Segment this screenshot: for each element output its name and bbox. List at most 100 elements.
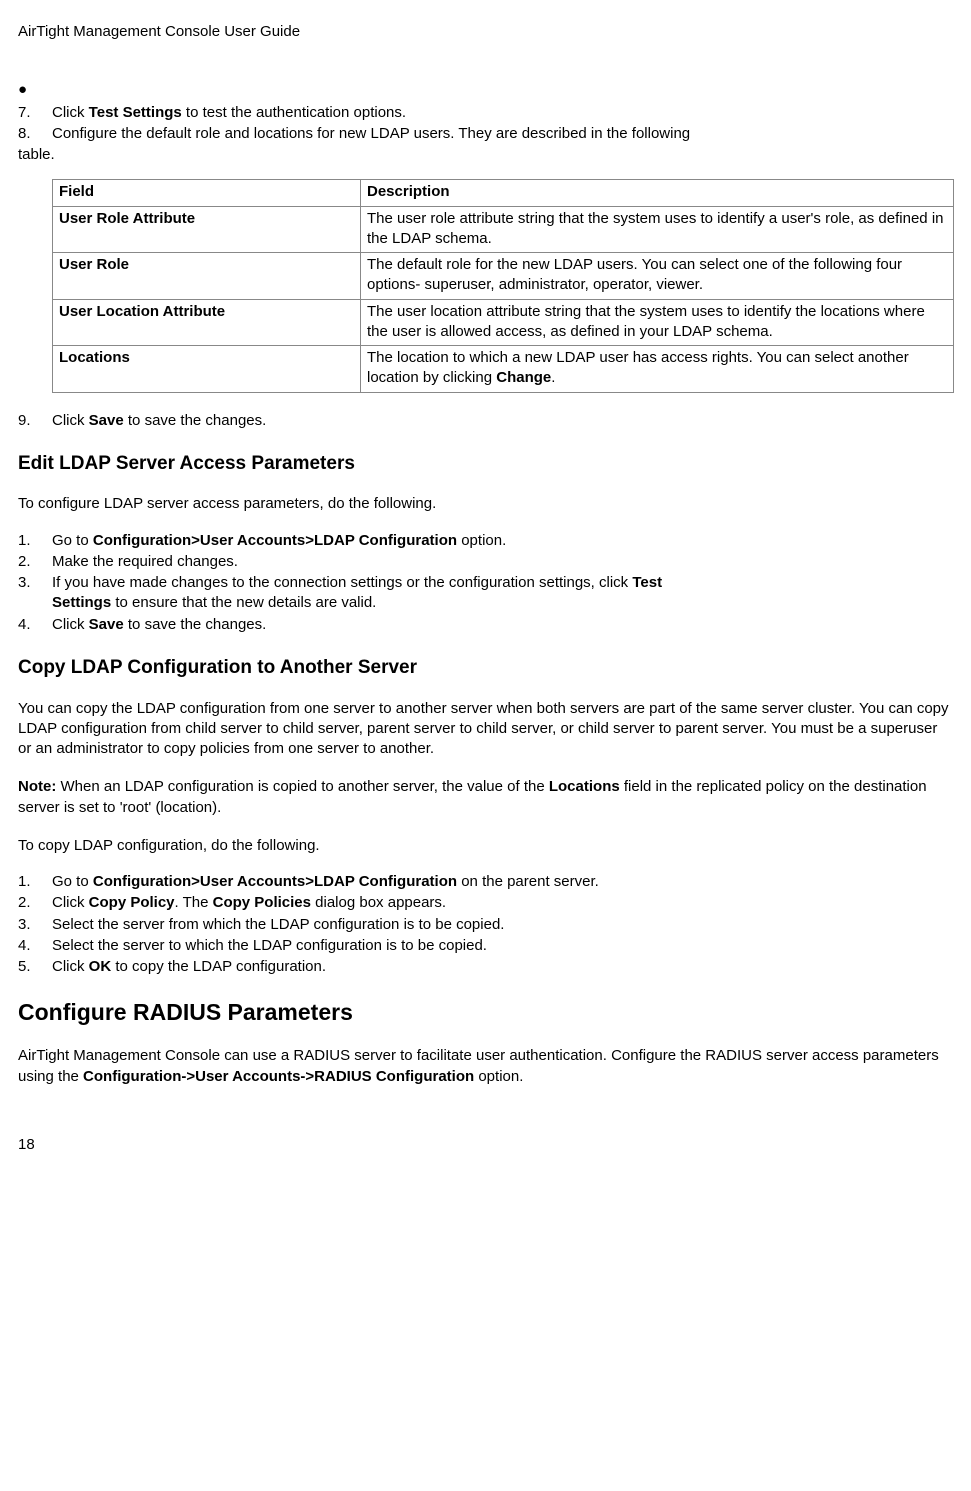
paragraph: You can copy the LDAP configuration from… <box>18 699 953 760</box>
bold-text: Configuration->User Accounts->RADIUS Con… <box>83 1068 474 1085</box>
text: When an LDAP configuration is copied to … <box>56 778 549 795</box>
bold-text: Copy Policies <box>213 894 311 911</box>
table-cell-description: The default role for the new LDAP users.… <box>361 253 954 300</box>
numbered-list-top: 7. Click Test Settings to test the authe… <box>18 103 953 166</box>
list-number: 2. <box>18 552 52 572</box>
bold-text: OK <box>89 958 112 975</box>
list-number: 1. <box>18 872 52 892</box>
numbered-list-sec2: 1. Go to Configuration>User Accounts>LDA… <box>18 872 953 977</box>
bullet-empty: ● <box>18 80 953 100</box>
list-item: 9. Click Save to save the changes. <box>18 411 953 431</box>
table-cell-field: User Role <box>53 253 361 300</box>
list-number: 9. <box>18 411 52 431</box>
field-description-table: Field Description User Role Attribute Th… <box>52 179 954 392</box>
paragraph: To copy LDAP configuration, do the follo… <box>18 836 953 856</box>
list-text: Click Test Settings to test the authenti… <box>52 103 953 123</box>
text: Go to <box>52 532 93 549</box>
list-text: Select the server from which the LDAP co… <box>52 915 953 935</box>
bold-text: Configuration>User Accounts>LDAP Configu… <box>93 873 457 890</box>
table-row: User Role Attribute The user role attrib… <box>53 206 954 253</box>
table-cell-description: The user role attribute string that the … <box>361 206 954 253</box>
text: Click <box>52 894 89 911</box>
text: to test the authentication options. <box>182 104 406 121</box>
text: to save the changes. <box>124 616 267 633</box>
table-cell-field: User Role Attribute <box>53 206 361 253</box>
section-heading-radius: Configure RADIUS Parameters <box>18 997 953 1028</box>
bold-text: Copy Policy <box>89 894 175 911</box>
text: Click <box>52 104 89 121</box>
text: Click <box>52 958 89 975</box>
table-cell-description: The location to which a new LDAP user ha… <box>361 346 954 393</box>
list-text: Go to Configuration>User Accounts>LDAP C… <box>52 531 953 551</box>
paragraph: AirTight Management Console can use a RA… <box>18 1046 953 1087</box>
list-item: 5. Click OK to copy the LDAP configurati… <box>18 957 953 977</box>
list-text: Click OK to copy the LDAP configuration. <box>52 957 953 977</box>
bold-text: Change <box>496 369 551 386</box>
table-row: User Role The default role for the new L… <box>53 253 954 300</box>
table-cell-field: Locations <box>53 346 361 393</box>
list-item: 1. Go to Configuration>User Accounts>LDA… <box>18 872 953 892</box>
bold-text: Save <box>89 616 124 633</box>
bold-text: Locations <box>549 778 620 795</box>
text: option. <box>457 532 506 549</box>
text: to copy the LDAP configuration. <box>111 958 326 975</box>
note-paragraph: Note: When an LDAP configuration is copi… <box>18 777 953 818</box>
table-header-description: Description <box>361 180 954 206</box>
list-text: Click Save to save the changes. <box>52 411 953 431</box>
numbered-list-sec1: 1. Go to Configuration>User Accounts>LDA… <box>18 531 953 635</box>
list-number: 1. <box>18 531 52 551</box>
list-item: 2. Click Copy Policy. The Copy Policies … <box>18 893 953 913</box>
table-container: Field Description User Role Attribute Th… <box>18 179 953 392</box>
list-item: 3. If you have made changes to the conne… <box>18 573 953 614</box>
text: Click <box>52 616 89 633</box>
text: The location to which a new LDAP user ha… <box>367 349 909 386</box>
section-heading-edit-ldap: Edit LDAP Server Access Parameters <box>18 451 953 477</box>
list-number: 3. <box>18 573 52 593</box>
list-item: 4. Click Save to save the changes. <box>18 615 953 635</box>
text: Go to <box>52 873 93 890</box>
section-heading-copy-ldap: Copy LDAP Configuration to Another Serve… <box>18 655 953 681</box>
table-cell-field: User Location Attribute <box>53 299 361 346</box>
list-number: 8. <box>18 124 52 144</box>
text: to save the changes. <box>124 412 267 429</box>
bold-text: Settings <box>52 594 111 611</box>
list-text: Go to Configuration>User Accounts>LDAP C… <box>52 872 953 892</box>
paragraph: To configure LDAP server access paramete… <box>18 494 953 514</box>
list-text: Click Save to save the changes. <box>52 615 953 635</box>
text: option. <box>474 1068 523 1085</box>
list-number: 5. <box>18 957 52 977</box>
list-item: 4. Select the server to which the LDAP c… <box>18 936 953 956</box>
text: . The <box>175 894 213 911</box>
list-item: 7. Click Test Settings to test the authe… <box>18 103 953 123</box>
list-number: 3. <box>18 915 52 935</box>
table-header-field: Field <box>53 180 361 206</box>
numbered-list-after-table: 9. Click Save to save the changes. <box>18 411 953 431</box>
list-number: 7. <box>18 103 52 123</box>
bold-text: Save <box>89 412 124 429</box>
list-item: 2. Make the required changes. <box>18 552 953 572</box>
bold-text: Test <box>632 574 662 591</box>
list-item: 1. Go to Configuration>User Accounts>LDA… <box>18 531 953 551</box>
text: to ensure that the new details are valid… <box>111 594 376 611</box>
list-text: Configure the default role and locations… <box>52 124 953 144</box>
list-text: Click Copy Policy. The Copy Policies dia… <box>52 893 953 913</box>
list-text: Make the required changes. <box>52 552 953 572</box>
table-header-row: Field Description <box>53 180 954 206</box>
page-header: AirTight Management Console User Guide <box>18 22 953 42</box>
page-number: 18 <box>18 1135 953 1155</box>
list-number: 4. <box>18 936 52 956</box>
list-continuation: table. <box>18 145 953 165</box>
table-row: Locations The location to which a new LD… <box>53 346 954 393</box>
list-item: 3. Select the server from which the LDAP… <box>18 915 953 935</box>
text: on the parent server. <box>457 873 599 890</box>
text: . <box>551 369 555 386</box>
text: dialog box appears. <box>311 894 446 911</box>
list-text: If you have made changes to the connecti… <box>52 573 953 614</box>
text: If you have made changes to the connecti… <box>52 574 632 591</box>
list-number: 2. <box>18 893 52 913</box>
list-item: 8. Configure the default role and locati… <box>18 124 953 144</box>
bold-text: Configuration>User Accounts>LDAP Configu… <box>93 532 457 549</box>
note-label: Note: <box>18 778 56 795</box>
list-number: 4. <box>18 615 52 635</box>
table-row: User Location Attribute The user locatio… <box>53 299 954 346</box>
